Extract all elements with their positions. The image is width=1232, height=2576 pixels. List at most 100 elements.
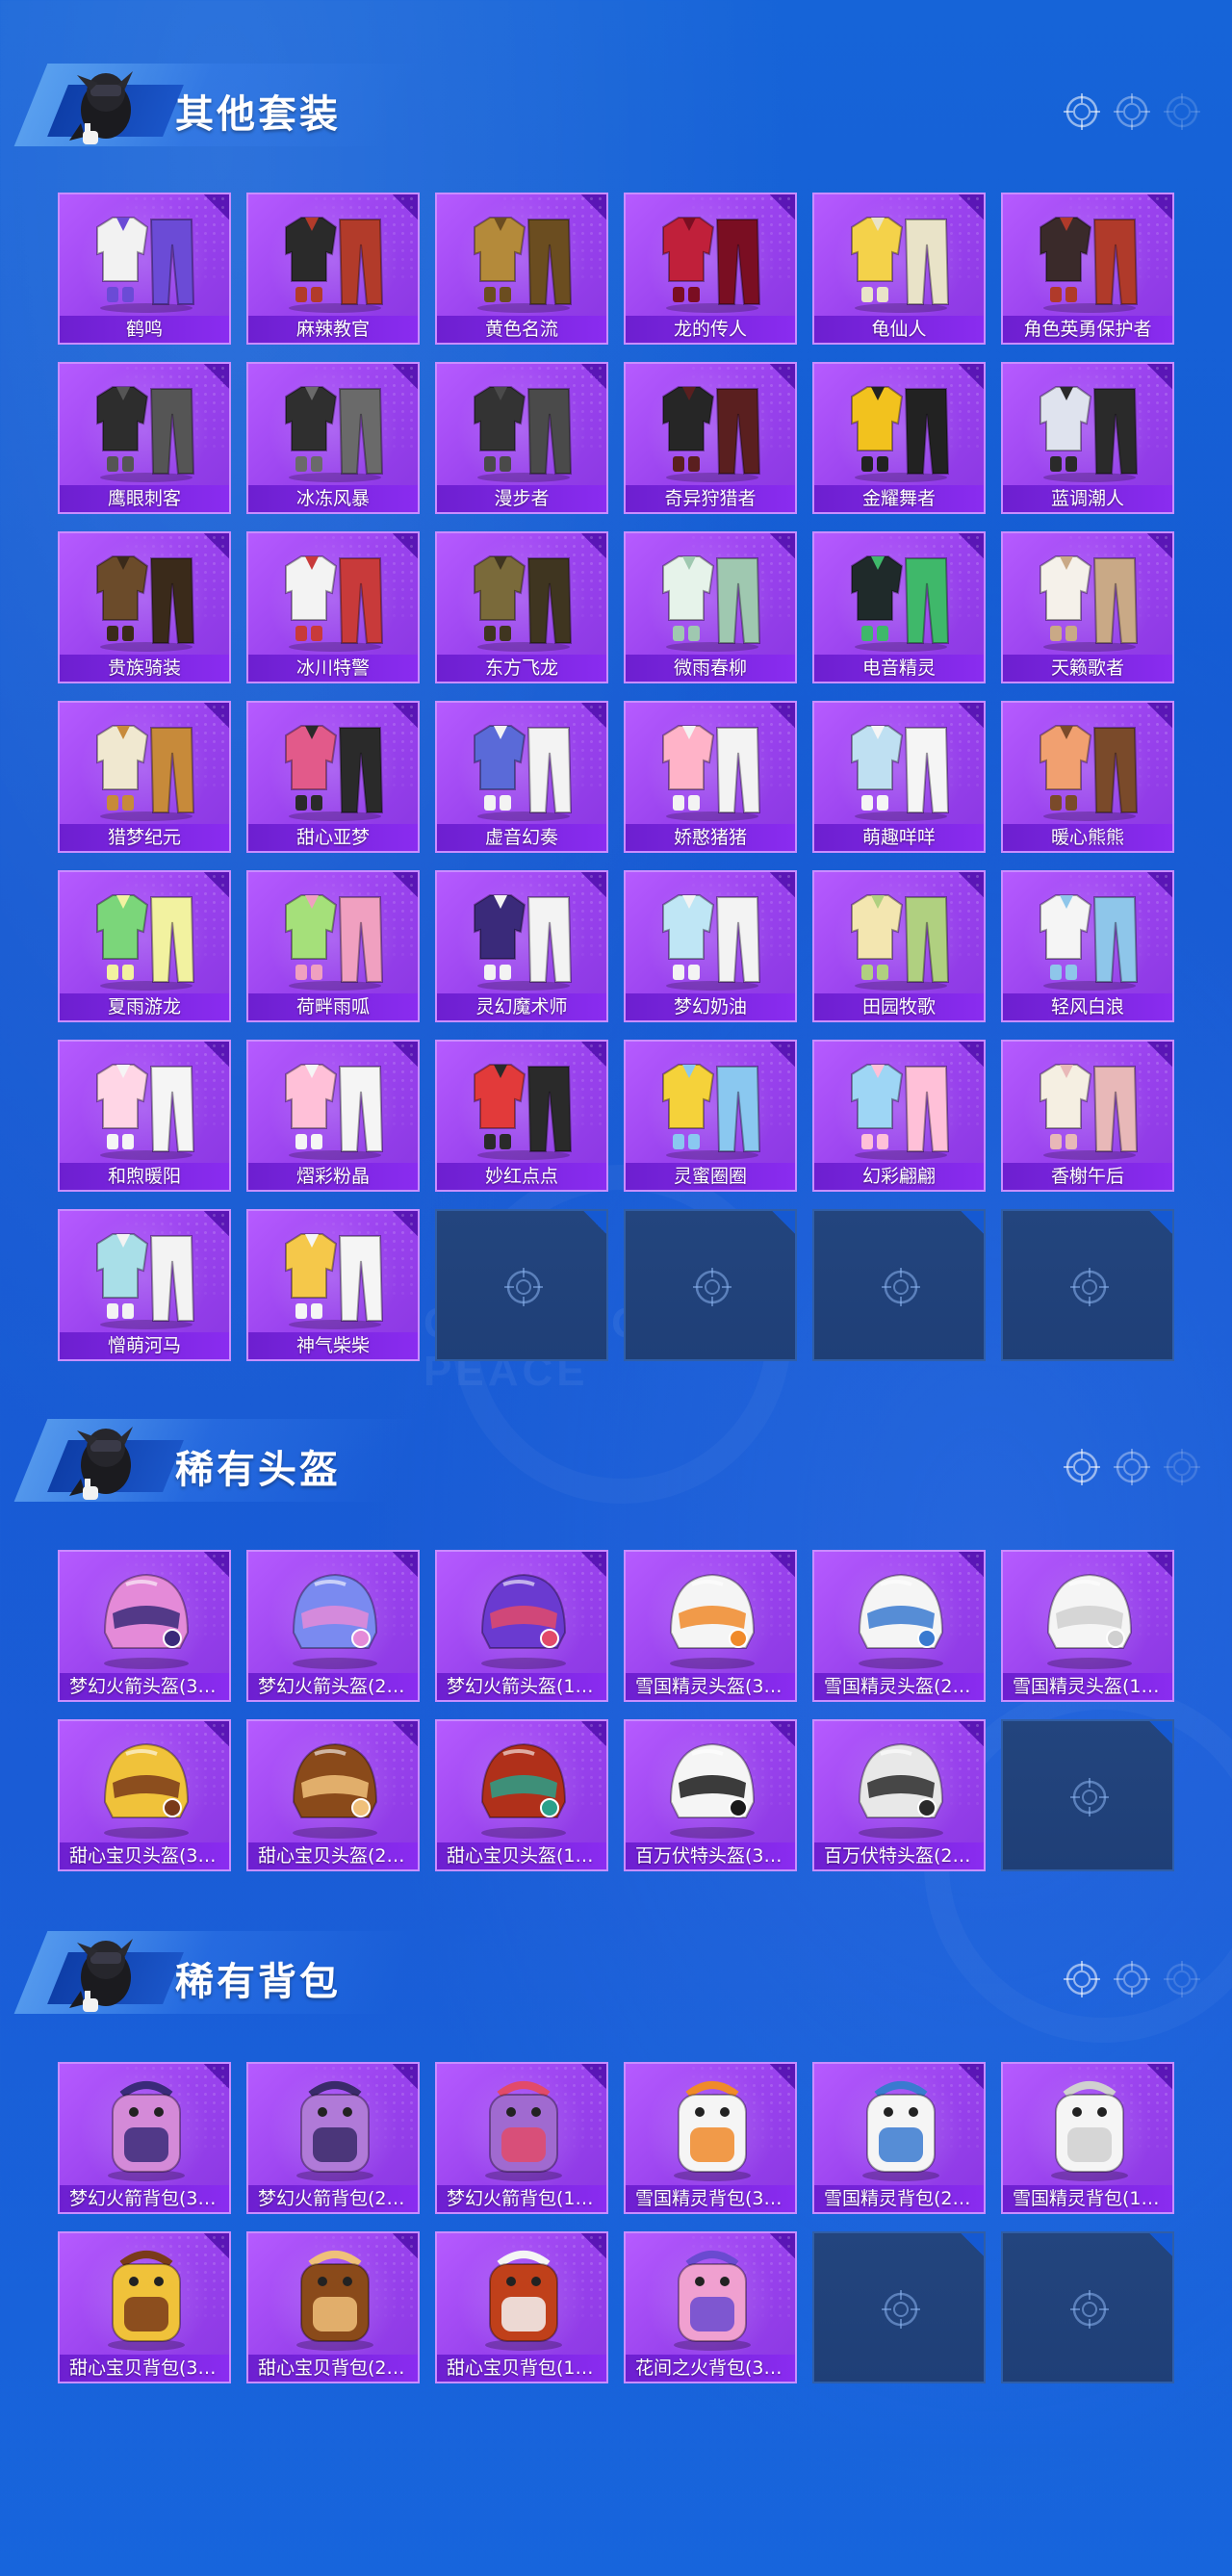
item-card[interactable]: 雪国精灵头盔(3… [624, 1550, 797, 1702]
item-card[interactable]: 梦幻火箭背包(3… [58, 2062, 231, 2214]
crosshair-icon [1164, 1449, 1200, 1485]
item-card[interactable]: 冰冻风暴 [246, 362, 420, 514]
item-card[interactable]: 贵族骑装 [58, 531, 231, 683]
item-card[interactable]: 花间之火背包(3… [624, 2231, 797, 2383]
item-card[interactable]: 荷畔雨呱 [246, 870, 420, 1022]
item-card[interactable]: 梦幻火箭头盔(2… [246, 1550, 420, 1702]
empty-slot [812, 1209, 986, 1361]
item-card[interactable]: 东方飞龙 [435, 531, 608, 683]
item-card[interactable]: 雪国精灵背包(3… [624, 2062, 797, 2214]
backpack-icon [296, 2081, 373, 2181]
item-card[interactable]: 甜心宝贝头盔(1… [435, 1719, 608, 1871]
item-card[interactable]: 龟仙人 [812, 193, 986, 345]
item-card[interactable]: 梦幻火箭背包(2… [246, 2062, 420, 2214]
item-card[interactable]: 金耀舞者 [812, 362, 986, 514]
item-card[interactable]: 奇异狩猎者 [624, 362, 797, 514]
item-label: 雪国精灵头盔(1… [1003, 1673, 1172, 1700]
item-card[interactable]: 和煦暖阳 [58, 1040, 231, 1192]
item-label: 梦幻火箭头盔(1… [437, 1673, 606, 1700]
item-card[interactable]: 田园牧歌 [812, 870, 986, 1022]
mascot-icon [69, 71, 133, 144]
outfit-icon [851, 386, 950, 482]
item-card[interactable]: 梦幻火箭头盔(3… [58, 1550, 231, 1702]
item-card[interactable]: 猎梦纪元 [58, 701, 231, 853]
item-card[interactable]: 黄色名流 [435, 193, 608, 345]
item-card[interactable]: 百万伏特头盔(2… [812, 1719, 986, 1871]
empty-slot [624, 1209, 797, 1361]
item-card[interactable]: 电音精灵 [812, 531, 986, 683]
item-card[interactable]: 萌趣咩咩 [812, 701, 986, 853]
item-card[interactable]: 轻风白浪 [1001, 870, 1174, 1022]
item-card[interactable]: 龙的传人 [624, 193, 797, 345]
item-label: 甜心宝贝背包(3… [60, 2355, 229, 2382]
item-label: 妙红点点 [437, 1163, 606, 1190]
item-card[interactable]: 甜心宝贝背包(1… [435, 2231, 608, 2383]
item-card[interactable]: 虚音幻奏 [435, 701, 608, 853]
item-card[interactable]: 蓝调潮人 [1001, 362, 1174, 514]
item-card[interactable]: 梦幻火箭头盔(1… [435, 1550, 608, 1702]
item-card[interactable]: 甜心宝贝背包(3… [58, 2231, 231, 2383]
item-card[interactable]: 甜心宝贝头盔(3… [58, 1719, 231, 1871]
item-card[interactable]: 香榭午后 [1001, 1040, 1174, 1192]
item-label: 暖心熊熊 [1003, 824, 1172, 851]
item-card[interactable]: 娇憨猪猪 [624, 701, 797, 853]
item-card[interactable]: 雪国精灵头盔(2… [812, 1550, 986, 1702]
outfit-icon [96, 555, 195, 652]
armor-outfit-icon [1040, 217, 1139, 313]
crosshair-icon [1114, 93, 1150, 130]
item-label: 梦幻火箭背包(2… [248, 2185, 418, 2212]
crosshair-icon [1064, 1449, 1100, 1485]
item-card[interactable]: 梦幻奶油 [624, 870, 797, 1022]
item-card[interactable]: 角色英勇保护者 [1001, 193, 1174, 345]
item-card[interactable]: 甜心亚梦 [246, 701, 420, 853]
item-label: 甜心宝贝头盔(1… [437, 1842, 606, 1869]
item-card[interactable]: 暖心熊熊 [1001, 701, 1174, 853]
item-card[interactable]: 灵幻魔术师 [435, 870, 608, 1022]
item-label: 香榭午后 [1003, 1163, 1172, 1190]
backpack-icon [862, 2081, 939, 2181]
item-label: 麻辣教官 [248, 316, 418, 343]
item-label: 贵族骑装 [60, 655, 229, 682]
header-ornaments [1063, 1960, 1201, 1998]
item-label: 甜心宝贝背包(1… [437, 2355, 606, 2382]
item-card[interactable]: 神气柴柴 [246, 1209, 420, 1361]
item-card[interactable]: 夏雨游龙 [58, 870, 231, 1022]
item-card[interactable]: 甜心宝贝背包(2… [246, 2231, 420, 2383]
item-card[interactable]: 百万伏特头盔(3… [624, 1719, 797, 1871]
item-label: 梦幻奶油 [626, 993, 795, 1020]
item-card[interactable]: 憎萌河马 [58, 1209, 231, 1361]
item-card[interactable]: 鹰眼刺客 [58, 362, 231, 514]
item-card[interactable]: 灵蜜圈圈 [624, 1040, 797, 1192]
item-label: 电音精灵 [814, 655, 984, 682]
backpack-icon [296, 2251, 373, 2351]
section-title: 稀有头盔 [175, 1449, 341, 1491]
item-label: 梦幻火箭背包(3… [60, 2185, 229, 2212]
item-label: 雪国精灵背包(2… [814, 2185, 984, 2212]
item-card[interactable]: 雪国精灵头盔(1… [1001, 1550, 1174, 1702]
item-label: 百万伏特头盔(3… [626, 1842, 795, 1869]
item-card[interactable]: 幻彩翩翩 [812, 1040, 986, 1192]
outfit-icon [851, 725, 950, 821]
item-card[interactable]: 漫步者 [435, 362, 608, 514]
item-card[interactable]: 熠彩粉晶 [246, 1040, 420, 1192]
backpack-icon [108, 2081, 185, 2181]
hoodie-outfit-icon [96, 217, 195, 313]
item-card[interactable]: 梦幻火箭背包(1… [435, 2062, 608, 2214]
item-card[interactable]: 甜心宝贝头盔(2… [246, 1719, 420, 1871]
item-card[interactable]: 微雨春柳 [624, 531, 797, 683]
item-card[interactable]: 冰川特警 [246, 531, 420, 683]
item-card[interactable]: 雪国精灵背包(2… [812, 2062, 986, 2214]
outfit-icon [662, 725, 761, 821]
item-label: 虚音幻奏 [437, 824, 606, 851]
item-card[interactable]: 麻辣教官 [246, 193, 420, 345]
item-card[interactable]: 鹤鸣 [58, 193, 231, 345]
item-card[interactable]: 妙红点点 [435, 1040, 608, 1192]
item-label: 微雨春柳 [626, 655, 795, 682]
item-grid: 梦幻火箭头盔(3… 梦幻火箭头盔(2… 梦幻火箭头盔(1… 雪国精灵头盔(3… 雪国精灵… [58, 1550, 1174, 1871]
item-card[interactable]: 天籁歌者 [1001, 531, 1174, 683]
crosshair-icon [1064, 1961, 1100, 1997]
section-other-outfits: 其他套装 鹤鸣 麻辣教官 黄色名流 龙的传人 龟仙人 角色英勇保护者 鹰眼刺客 冰冻风暴 漫步者… [0, 46, 1232, 1361]
item-label: 奇异狩猎者 [626, 485, 795, 512]
item-card[interactable]: 雪国精灵背包(1… [1001, 2062, 1174, 2214]
item-label: 夏雨游龙 [60, 993, 229, 1020]
